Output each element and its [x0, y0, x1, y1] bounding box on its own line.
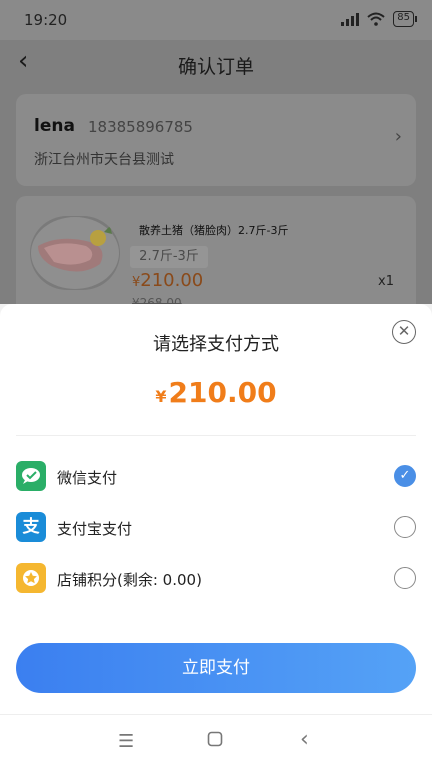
battery-icon: 85 — [393, 11, 417, 27]
radio-checked-icon[interactable]: ✓ — [394, 465, 416, 487]
points-icon — [16, 563, 46, 593]
alipay-icon: 支 — [16, 512, 46, 542]
wifi-icon — [367, 12, 385, 26]
header: ‹ 确认订单 — [0, 40, 432, 86]
recipient-name: lena — [34, 116, 75, 136]
amount-value: 210.00 — [168, 376, 277, 409]
divider — [16, 435, 416, 436]
home-icon[interactable] — [207, 731, 223, 752]
system-nav-bar: ☰ ‹ — [0, 714, 432, 768]
sheet-title: 请选择支付方式 — [153, 334, 279, 355]
status-bar: 19:20 85 — [0, 0, 432, 40]
product-price-value: 210.00 — [140, 270, 204, 291]
product-quantity: x1 — [378, 274, 394, 289]
address-card[interactable]: lena 18385896785 浙江台州市天台县测试 › — [16, 94, 416, 186]
wechat-pay-icon — [16, 461, 46, 491]
product-spec: 2.7斤-3斤 — [130, 246, 208, 268]
payment-sheet: 请选择支付方式 ✕ ¥210.00 微信支付 ✓ 支 支付宝支付 店铺积分(剩余… — [0, 304, 432, 714]
payment-option-alipay[interactable]: 支 支付宝支付 — [16, 507, 416, 547]
radio-unchecked-icon[interactable] — [394, 567, 416, 589]
page-title: 确认订单 — [177, 56, 254, 78]
amount-currency: ¥ — [155, 387, 167, 406]
payment-option-label: 支付宝支付 — [57, 520, 133, 538]
product-image — [30, 216, 120, 290]
back-nav-icon[interactable]: ‹ — [300, 727, 309, 752]
radio-unchecked-icon[interactable] — [394, 516, 416, 538]
pay-now-button[interactable]: 立即支付 — [16, 643, 416, 693]
order-page-overlay: ‹ 确认订单 lena 18385896785 浙江台州市天台县测试 › 散养土… — [0, 40, 432, 316]
recipient-address: 浙江台州市天台县测试 — [34, 152, 174, 168]
payment-option-label: 微信支付 — [57, 469, 118, 487]
payment-option-label: 店铺积分(剩余: 0.00) — [57, 571, 202, 589]
menu-icon[interactable]: ☰ — [118, 731, 134, 752]
close-icon[interactable]: ✕ — [392, 320, 416, 344]
recipient-phone: 18385896785 — [88, 118, 193, 136]
payment-option-points[interactable]: 店铺积分(剩余: 0.00) — [16, 558, 416, 598]
status-time: 19:20 — [24, 11, 68, 29]
goods-card: 散养土猪（猪脸肉）2.7斤-3斤 2.7斤-3斤 ¥210.00 ¥268.00… — [16, 196, 416, 316]
signal-icon — [341, 12, 360, 26]
payment-option-wechat[interactable]: 微信支付 ✓ — [16, 456, 416, 496]
payment-amount: ¥210.00 — [0, 376, 432, 409]
product-price: ¥210.00 — [132, 270, 203, 291]
product-name: 散养土猪（猪脸肉）2.7斤-3斤 — [139, 224, 289, 237]
chevron-right-icon: › — [394, 126, 402, 147]
